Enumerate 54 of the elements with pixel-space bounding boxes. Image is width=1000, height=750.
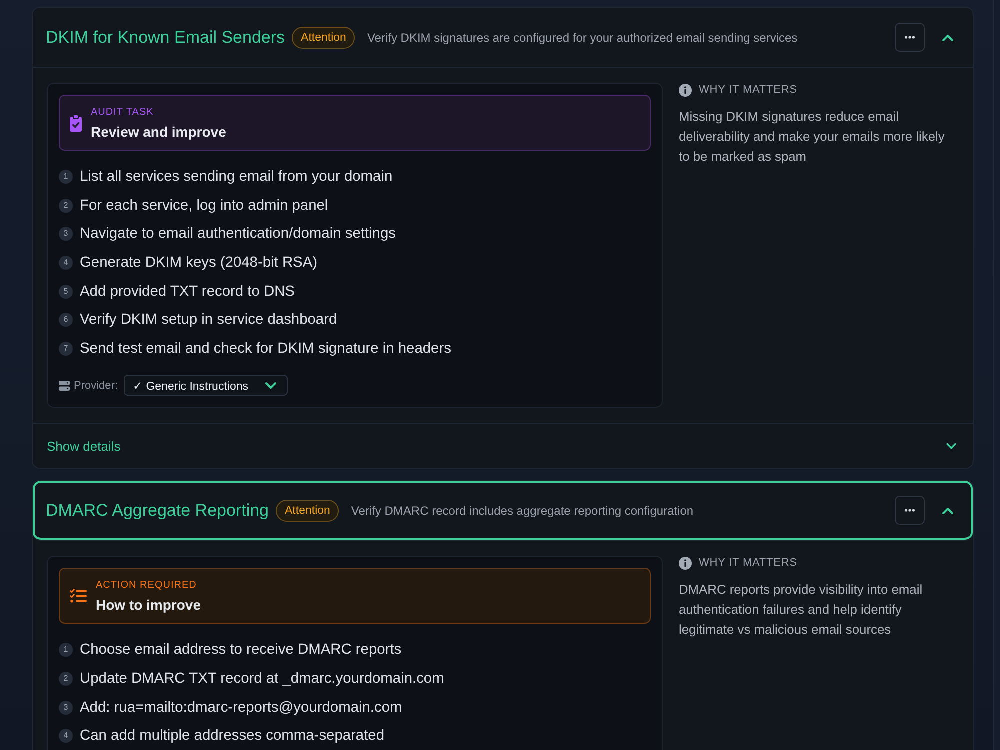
why-text: Missing DKIM signatures reduce email deliverability and make your emails more likely to be marked as spam xyxy=(679,108,946,166)
step-text: Verify DKIM setup in service dashboard xyxy=(80,312,338,328)
more-button[interactable] xyxy=(895,496,925,526)
show-details-link[interactable]: Show details xyxy=(47,438,121,454)
more-button[interactable] xyxy=(895,23,925,52)
card-header[interactable]: DKIM for Known Email Senders Attention Verify DKIM signatures are configured for your authorized email sending services xyxy=(33,8,973,68)
info-icon xyxy=(679,556,692,570)
clipboard-check-icon xyxy=(70,114,82,132)
task-label: ACTION REQUIRED xyxy=(96,579,198,592)
step-text: Send test email and check for DKIM signature in headers xyxy=(80,341,452,358)
step-number: 6 xyxy=(59,313,73,328)
task-title: Review and improve xyxy=(91,124,226,140)
step-text: Can add multiple addresses comma-separated xyxy=(80,728,385,744)
check-title: DKIM for Known Email Senders xyxy=(46,28,286,48)
step-text: Add provided TXT record to DNS xyxy=(80,284,295,300)
step-text: Generate DKIM keys (2048-bit RSA) xyxy=(80,255,318,272)
step-number: 1 xyxy=(59,643,73,658)
check-description: Verify DMARC record includes aggregate reporting configuration xyxy=(351,504,694,518)
step-number: 7 xyxy=(59,342,73,356)
step-number: 4 xyxy=(59,256,73,270)
chevron-down-icon[interactable] xyxy=(946,442,957,450)
check-title: DMARC Aggregate Reporting xyxy=(46,500,270,521)
task-title: How to improve xyxy=(96,597,202,614)
step-number: 5 xyxy=(59,284,73,299)
step-text: List all services sending email from your domain xyxy=(80,169,393,185)
list-check-icon xyxy=(70,589,87,604)
chevron-up-icon[interactable] xyxy=(942,34,954,42)
card-header[interactable]: DMARC Aggregate Reporting Attention Verify DMARC record includes aggregate reporting configuration xyxy=(33,481,973,542)
step-number: 3 xyxy=(59,700,73,714)
step-text: Navigate to email authentication/domain settings xyxy=(80,226,396,242)
why-text: DMARC reports provide visibility into email authentication failures and help identify legitimate vs malicious email sources xyxy=(679,581,924,640)
step-number: 2 xyxy=(59,198,73,213)
step-number: 3 xyxy=(59,227,73,242)
step-number: 1 xyxy=(59,170,73,184)
check-description: Verify DKIM signatures are configured for your authorized email sending services xyxy=(367,30,798,44)
section-heading: WHY IT MATTERS xyxy=(699,557,798,570)
chevron-up-icon[interactable] xyxy=(942,506,954,515)
status-badge: Attention xyxy=(292,26,356,48)
chevron-down-icon xyxy=(264,382,276,390)
provider-label: Provider: xyxy=(74,380,118,392)
step-text: Add: rua=mailto:dmarc-reports@yourdomain.com xyxy=(80,700,402,716)
step-text: Choose email address to receive DMARC reports xyxy=(80,642,402,658)
more-icon xyxy=(905,509,915,512)
step-number: 2 xyxy=(59,672,73,686)
step-number: 4 xyxy=(59,729,73,744)
task-label: AUDIT TASK xyxy=(91,106,155,119)
provider-select[interactable]: ✓ Generic Instructions xyxy=(124,375,288,396)
status-badge: Attention xyxy=(276,500,340,522)
section-heading: WHY IT MATTERS xyxy=(699,84,798,96)
step-text: Update DMARC TXT record at _dmarc.yourdomain.com xyxy=(80,670,444,687)
info-icon xyxy=(679,84,692,96)
step-text: For each service, log into admin panel xyxy=(80,198,328,214)
server-icon xyxy=(59,380,70,391)
more-icon xyxy=(905,36,915,39)
